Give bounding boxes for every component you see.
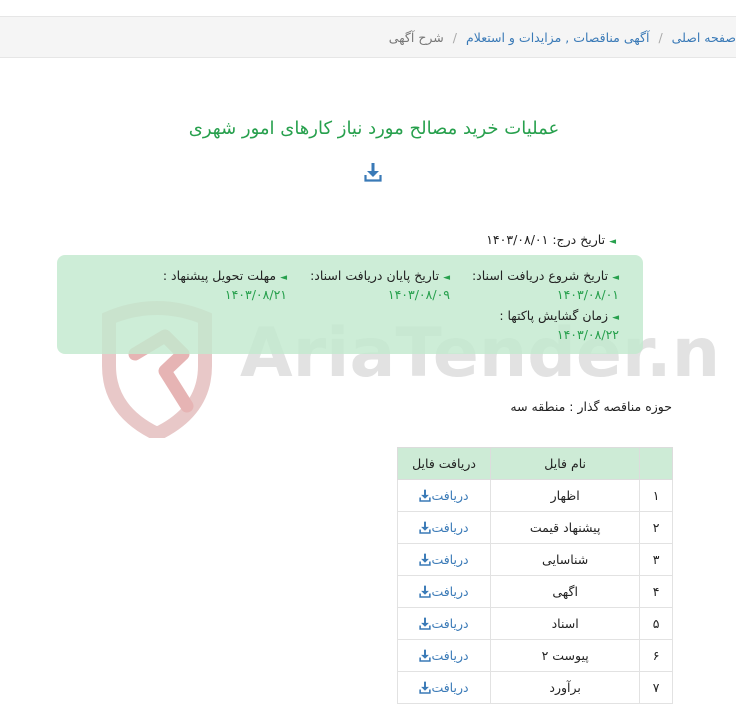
download-cell: دریافت — [396, 479, 492, 512]
download-label: دریافت — [431, 552, 469, 567]
download-label: دریافت — [431, 520, 469, 535]
row-index: ۷ — [639, 671, 673, 704]
table-row: ۷ برآورد دریافت — [396, 671, 673, 704]
download-icon — [419, 553, 432, 566]
arrow-icon: ◄ — [443, 273, 450, 283]
deadline-field: ◄مهلت تحویل پیشنهاد : ۱۴۰۳/۰۸/۲۱ — [162, 268, 287, 302]
download-icon — [419, 617, 432, 630]
download-cell: دریافت — [396, 575, 492, 608]
download-link[interactable]: دریافت — [419, 520, 469, 535]
table-row: ۴ اگهی دریافت — [396, 575, 673, 608]
header-index — [639, 447, 673, 480]
arrow-icon: ◄ — [612, 273, 619, 283]
header-download: دریافت فایل — [396, 447, 492, 480]
dates-panel: ◄تاریخ شروع دریافت اسناد: ۱۴۰۳/۰۸/۰۱ ◄تا… — [57, 255, 643, 354]
doc-end-field: ◄تاریخ پایان دریافت اسناد: ۱۴۰۳/۰۸/۰۹ — [310, 268, 450, 302]
download-link[interactable]: دریافت — [419, 680, 469, 695]
download-icon — [419, 489, 432, 502]
file-name: برآورد — [490, 671, 641, 704]
row-index: ۶ — [639, 639, 673, 672]
arrow-icon: ◄ — [612, 313, 619, 323]
file-name: اسناد — [490, 607, 641, 640]
tender-zone: حوزه مناقصه گذار : منطقه سه — [510, 399, 672, 414]
breadcrumb-category[interactable]: آگهی مناقصات , مزایدات و استعلام — [466, 30, 649, 45]
files-table: نام فایل دریافت فایل ۱ اظهار دریافت ۲ پیشنها… — [396, 447, 673, 704]
file-name: پیشنهاد قیمت — [490, 511, 641, 544]
download-link[interactable]: دریافت — [419, 488, 469, 503]
table-row: ۱ اظهار دریافت — [396, 479, 673, 512]
download-cell: دریافت — [396, 671, 492, 704]
breadcrumb-separator: / — [658, 29, 663, 45]
download-link[interactable]: دریافت — [419, 616, 469, 631]
download-link[interactable]: دریافت — [419, 648, 469, 663]
table-row: ۳ شناسایی دریافت — [396, 543, 673, 576]
row-index: ۳ — [639, 543, 673, 576]
download-link[interactable]: دریافت — [419, 584, 469, 599]
download-label: دریافت — [431, 488, 469, 503]
download-cell: دریافت — [396, 607, 492, 640]
header-file-name: نام فایل — [490, 447, 641, 480]
download-icon[interactable] — [364, 162, 382, 182]
doc-start-value: ۱۴۰۳/۰۸/۰۱ — [556, 287, 619, 302]
deadline-value: ۱۴۰۳/۰۸/۲۱ — [224, 287, 287, 302]
row-index: ۵ — [639, 607, 673, 640]
download-cell: دریافت — [396, 543, 492, 576]
file-name: پیوست ۲ — [490, 639, 641, 672]
arrow-icon: ◄ — [280, 273, 287, 283]
file-name: اگهی — [490, 575, 641, 608]
download-link[interactable]: دریافت — [419, 552, 469, 567]
breadcrumb: صفحه اصلی / آگهی مناقصات , مزایدات و است… — [0, 16, 736, 58]
file-name: شناسایی — [490, 543, 641, 576]
row-index: ۱ — [639, 479, 673, 512]
download-cell: دریافت — [396, 639, 492, 672]
table-row: ۶ پیوست ۲ دریافت — [396, 639, 673, 672]
doc-end-value: ۱۴۰۳/۰۸/۰۹ — [387, 287, 450, 302]
download-icon — [419, 521, 432, 534]
download-icon — [419, 649, 432, 662]
doc-start-field: ◄تاریخ شروع دریافت اسناد: ۱۴۰۳/۰۸/۰۱ — [471, 268, 619, 302]
registration-date: ◄تاریخ درج: ۱۴۰۳/۰۸/۰۱ — [486, 232, 616, 247]
arrow-icon: ◄ — [609, 237, 616, 247]
table-row: ۵ اسناد دریافت — [396, 607, 673, 640]
download-icon — [419, 585, 432, 598]
download-label: دریافت — [431, 680, 469, 695]
download-label: دریافت — [431, 648, 469, 663]
opening-field: ◄زمان گشایش پاکتها : ۱۴۰۳/۰۸/۲۲ — [499, 308, 619, 342]
table-row: ۲ پیشنهاد قیمت دریافت — [396, 511, 673, 544]
page-title: عملیات خرید مصالح مورد نیاز کارهای امور … — [188, 118, 560, 139]
breadcrumb-current: شرح آگهی — [388, 29, 444, 45]
breadcrumb-separator: / — [452, 29, 457, 45]
download-label: دریافت — [431, 616, 469, 631]
file-name: اظهار — [490, 479, 641, 512]
row-index: ۴ — [639, 575, 673, 608]
download-icon — [419, 681, 432, 694]
download-cell: دریافت — [396, 511, 492, 544]
opening-value: ۱۴۰۳/۰۸/۲۲ — [556, 327, 619, 342]
download-label: دریافت — [431, 584, 469, 599]
breadcrumb-home[interactable]: صفحه اصلی — [672, 30, 736, 45]
row-index: ۲ — [639, 511, 673, 544]
